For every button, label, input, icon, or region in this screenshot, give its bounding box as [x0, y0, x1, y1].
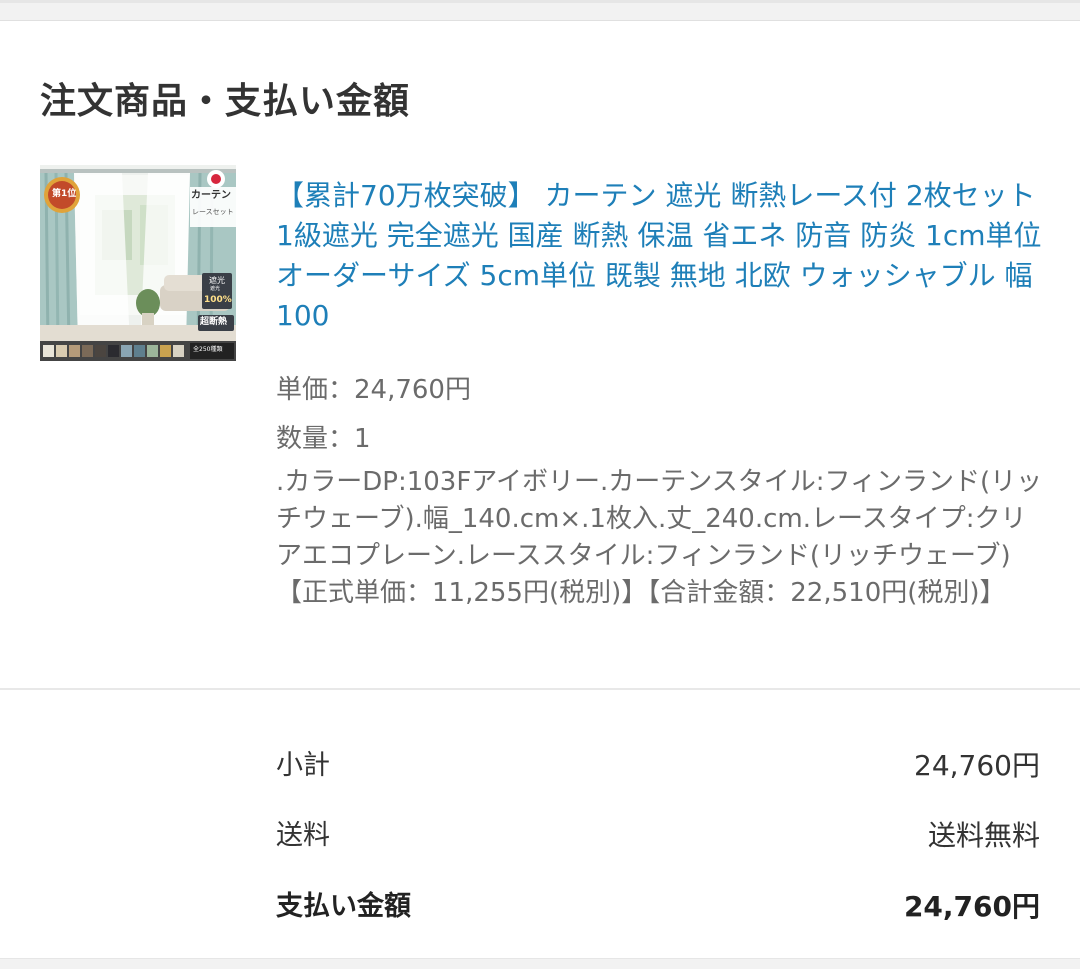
color-swatch [82, 345, 93, 357]
color-swatch [108, 345, 119, 357]
total-value: 24,760円 [903, 890, 1040, 923]
product-options: .カラーDP:103Fアイボリー.カーテンスタイル:フィンランド(リッチウェーブ… [276, 467, 1043, 608]
quantity: 数量：1 [276, 424, 371, 454]
color-swatch [173, 345, 184, 357]
blackout-percent: 100% [204, 295, 232, 305]
insulation-label: 超断熱 [200, 317, 228, 327]
shipping-row: 送料 送料無料 [276, 816, 1040, 856]
total-row: 支払い金額 24,760円 [276, 887, 1040, 927]
subtotal-value: 24,760円 [914, 749, 1040, 782]
color-swatch [95, 345, 106, 357]
shipping-value: 送料無料 [927, 819, 1040, 852]
product-thumbnail[interactable]: 第1位 カーテン レースセット 遮光 遮光 100% 超断熱 全250種類 [40, 165, 236, 361]
colors-count-label: 全250種類 [193, 346, 223, 353]
shipping-label: 送料 [276, 820, 330, 851]
thumb-label-top: カーテン [191, 190, 231, 201]
thumb-label-sub: レースセット [192, 208, 234, 216]
color-swatch [134, 345, 145, 357]
bottom-band [0, 958, 1080, 969]
blackout-sub: 遮光 [210, 286, 221, 292]
color-swatch [56, 345, 67, 357]
top-band [0, 0, 1080, 21]
color-swatch [121, 345, 132, 357]
color-swatch [43, 345, 54, 357]
color-swatch [69, 345, 80, 357]
unit-price: 単価：24,760円 [276, 375, 471, 405]
blackout-label: 遮光 [209, 276, 225, 285]
total-label: 支払い金額 [276, 891, 411, 922]
color-swatch [147, 345, 158, 357]
swatch-strip [43, 345, 184, 357]
color-swatch [160, 345, 171, 357]
section-title: 注文商品・支払い金額 [40, 81, 411, 122]
subtotal-row: 小計 24,760円 [276, 746, 1040, 786]
section-divider [0, 688, 1080, 690]
subtotal-label: 小計 [276, 750, 330, 781]
rank-badge-label: 第1位 [52, 189, 77, 199]
product-title-link[interactable]: 【累計70万枚突破】 カーテン 遮光 断熱レース付 2枚セット 1級遮光 完全遮… [276, 176, 1046, 336]
